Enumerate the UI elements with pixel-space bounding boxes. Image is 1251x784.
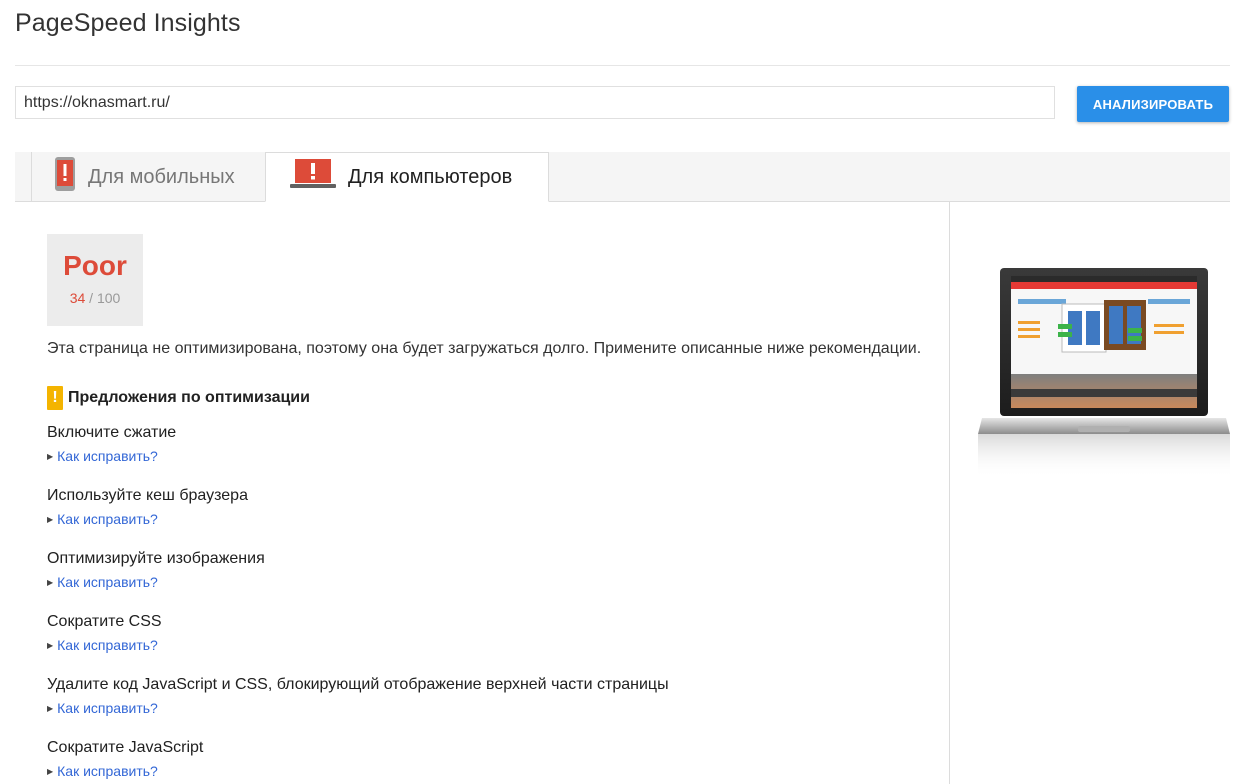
suggestions-header: ! Предложения по оптимизации xyxy=(47,386,310,410)
tab-mobile-label: Для мобильных xyxy=(88,165,235,188)
laptop-icon xyxy=(290,158,336,196)
score-numbers: 34 / 100 xyxy=(47,290,143,306)
how-to-fix-label[interactable]: Как исправить? xyxy=(57,574,158,590)
score-label: Poor xyxy=(63,250,127,281)
caret-right-icon: ▶ xyxy=(47,766,54,776)
rule-title: Используйте кеш браузера xyxy=(47,487,248,504)
suggestions-title: Предложения по оптимизации xyxy=(68,389,310,406)
rule-title: Сократите JavaScript xyxy=(47,739,204,756)
page-title: PageSpeed Insights xyxy=(15,9,241,37)
caret-right-icon: ▶ xyxy=(47,703,54,713)
caret-right-icon: ▶ xyxy=(47,577,54,587)
how-to-fix-label[interactable]: Как исправить? xyxy=(57,763,158,779)
rule-item: Сократите JavaScript ▶ Как исправить? xyxy=(47,739,203,779)
tab-desktop[interactable]: Для компьютеров xyxy=(265,152,549,202)
caret-right-icon: ▶ xyxy=(47,640,54,650)
how-to-fix-label[interactable]: Как исправить? xyxy=(57,448,158,464)
tabs-bar: Для мобильных Для компьютеров xyxy=(15,152,1230,202)
analyze-button[interactable]: АНАЛИЗИРОВАТЬ xyxy=(1077,86,1229,122)
how-to-fix-label[interactable]: Как исправить? xyxy=(57,700,158,716)
url-input[interactable] xyxy=(15,86,1055,119)
how-to-fix-link[interactable]: ▶ Как исправить? xyxy=(47,700,669,716)
how-to-fix-link[interactable]: ▶ Как исправить? xyxy=(47,763,203,779)
how-to-fix-link[interactable]: ▶ Как исправить? xyxy=(47,637,162,653)
rule-title: Оптимизируйте изображения xyxy=(47,550,265,567)
score-value: 34 xyxy=(69,290,86,306)
caret-right-icon: ▶ xyxy=(47,514,54,524)
tab-mobile[interactable]: Для мобильных xyxy=(31,152,265,202)
rule-item: Сократите CSS ▶ Как исправить? xyxy=(47,613,162,653)
score-separator: / xyxy=(85,290,97,306)
desktop-preview-screenshot xyxy=(978,266,1230,481)
score-badge: Poor 34 / 100 xyxy=(47,234,143,326)
rule-item: Используйте кеш браузера ▶ Как исправить? xyxy=(47,487,248,527)
how-to-fix-link[interactable]: ▶ Как исправить? xyxy=(47,511,248,527)
how-to-fix-label[interactable]: Как исправить? xyxy=(57,511,158,527)
caret-right-icon: ▶ xyxy=(47,451,54,461)
content-divider xyxy=(949,202,950,784)
rule-title: Сократите CSS xyxy=(47,613,162,630)
summary-text: Эта страница не оптимизирована, поэтому … xyxy=(47,340,922,357)
how-to-fix-link[interactable]: ▶ Как исправить? xyxy=(47,574,265,590)
how-to-fix-label[interactable]: Как исправить? xyxy=(57,637,158,653)
rule-item: Включите сжатие ▶ Как исправить? xyxy=(47,424,176,464)
tab-desktop-label: Для компьютеров xyxy=(348,165,513,188)
how-to-fix-link[interactable]: ▶ Как исправить? xyxy=(47,448,176,464)
rule-title: Включите сжатие xyxy=(47,424,177,441)
rule-item: Удалите код JavaScript и CSS, блокирующи… xyxy=(47,676,669,716)
rule-title: Удалите код JavaScript и CSS, блокирующи… xyxy=(47,676,669,693)
score-max: 100 xyxy=(96,290,121,306)
title-divider xyxy=(15,65,1230,66)
rule-item: Оптимизируйте изображения ▶ Как исправить… xyxy=(47,550,265,590)
warning-icon: ! xyxy=(47,386,63,410)
mobile-phone-icon xyxy=(54,156,76,198)
